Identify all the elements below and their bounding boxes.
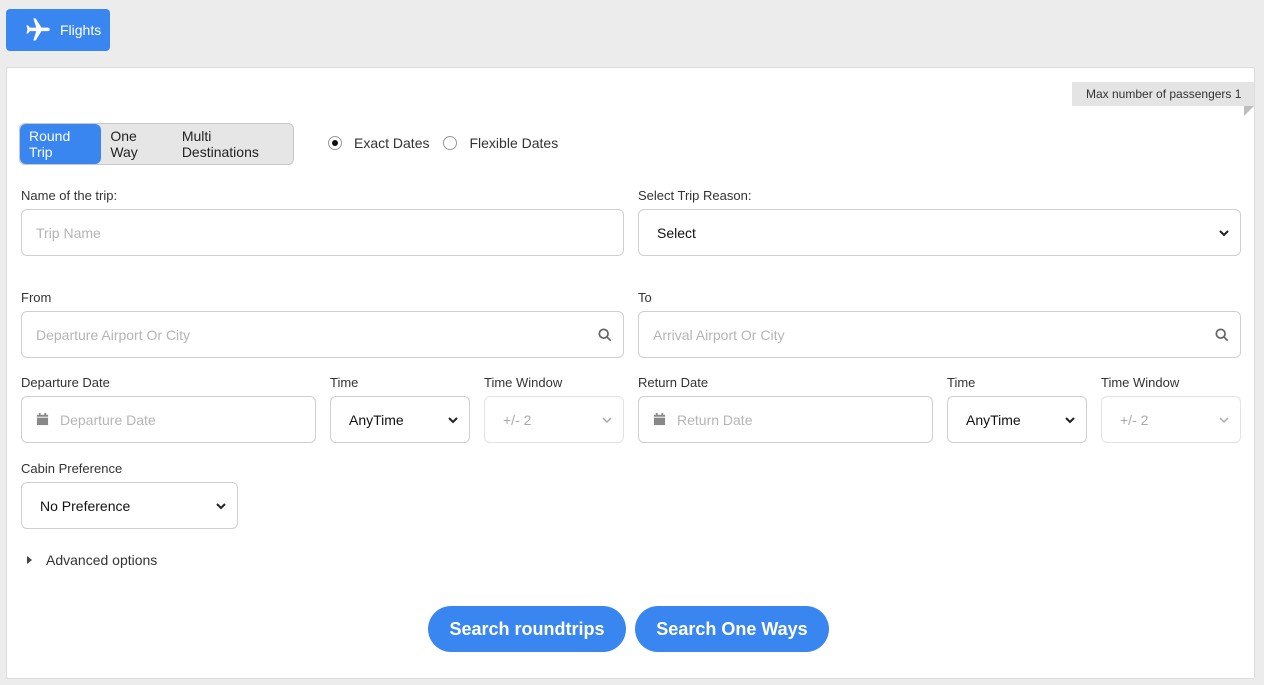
chevron-down-icon [602, 417, 612, 424]
trip-type-one-way[interactable]: One Way [101, 124, 172, 164]
chevron-down-icon [1219, 230, 1229, 237]
flights-tab-label: Flights [60, 22, 102, 38]
search-roundtrips-button[interactable]: Search roundtrips [428, 606, 626, 652]
trip-reason-label: Select Trip Reason: [638, 188, 752, 203]
departure-date-field [21, 396, 316, 443]
trip-type-round-trip[interactable]: Round Trip [20, 124, 102, 164]
departure-time-window-label: Time Window [484, 375, 563, 390]
return-time-select[interactable]: AnyTime [947, 396, 1087, 443]
max-passengers-badge: Max number of passengers 1 [1072, 82, 1254, 106]
flight-search-panel: Max number of passengers 1 Round Trip On… [6, 67, 1255, 679]
from-input[interactable] [22, 312, 623, 357]
from-field [21, 311, 624, 358]
departure-date-input[interactable] [22, 397, 315, 442]
return-date-field [638, 396, 933, 443]
date-mode-group: Exact Dates Flexible Dates [328, 135, 572, 151]
chevron-down-icon [1219, 417, 1229, 424]
departure-time-window-select[interactable]: +/- 2 [484, 396, 624, 443]
exact-dates-radio[interactable] [328, 136, 342, 150]
return-date-label: Return Date [638, 375, 709, 390]
calendar-icon [35, 412, 49, 426]
flexible-dates-radio[interactable] [443, 136, 458, 150]
to-input[interactable] [639, 312, 1240, 357]
chevron-down-icon [448, 417, 458, 424]
trip-reason-select[interactable]: Select [638, 209, 1241, 256]
cabin-preference-label: Cabin Preference [21, 461, 123, 476]
departure-time-window-value: +/- 2 [503, 411, 532, 428]
departure-time-select[interactable]: AnyTime [330, 396, 470, 443]
return-time-label: Time [947, 375, 976, 390]
exact-dates-label: Exact Dates [354, 135, 430, 151]
return-time-window-label: Time Window [1101, 375, 1180, 390]
chevron-down-icon [1065, 417, 1075, 424]
badge-fold [1244, 106, 1254, 116]
trip-name-field [21, 209, 624, 256]
departure-date-label: Departure Date [21, 375, 110, 390]
from-label: From [21, 290, 52, 305]
return-date-input[interactable] [639, 397, 932, 442]
return-time-window-select[interactable]: +/- 2 [1101, 396, 1241, 443]
departure-time-value: AnyTime [349, 411, 404, 428]
return-time-value: AnyTime [966, 411, 1021, 428]
trip-name-input[interactable] [22, 210, 623, 255]
search-icon[interactable] [597, 327, 613, 343]
flexible-dates-label: Flexible Dates [469, 135, 559, 151]
trip-type-toggle: Round Trip One Way Multi Destinations [19, 123, 294, 165]
airplane-icon [26, 18, 50, 41]
caret-right-icon [27, 556, 32, 564]
cabin-preference-value: No Preference [40, 497, 131, 514]
calendar-icon [652, 412, 666, 426]
advanced-options-toggle[interactable]: Advanced options [27, 552, 157, 568]
advanced-options-label: Advanced options [46, 552, 158, 568]
return-time-window-value: +/- 2 [1120, 411, 1149, 428]
trip-name-label: Name of the trip: [21, 188, 118, 203]
trip-reason-value: Select [657, 224, 696, 241]
cabin-preference-select[interactable]: No Preference [21, 482, 238, 529]
flights-tab[interactable]: Flights [6, 9, 110, 51]
search-icon[interactable] [1214, 327, 1230, 343]
departure-time-label: Time [330, 375, 359, 390]
to-label: To [638, 290, 652, 305]
chevron-down-icon [216, 503, 226, 510]
to-field [638, 311, 1241, 358]
search-one-ways-button[interactable]: Search One Ways [635, 606, 829, 652]
trip-type-multi-destinations[interactable]: Multi Destinations [173, 124, 293, 164]
